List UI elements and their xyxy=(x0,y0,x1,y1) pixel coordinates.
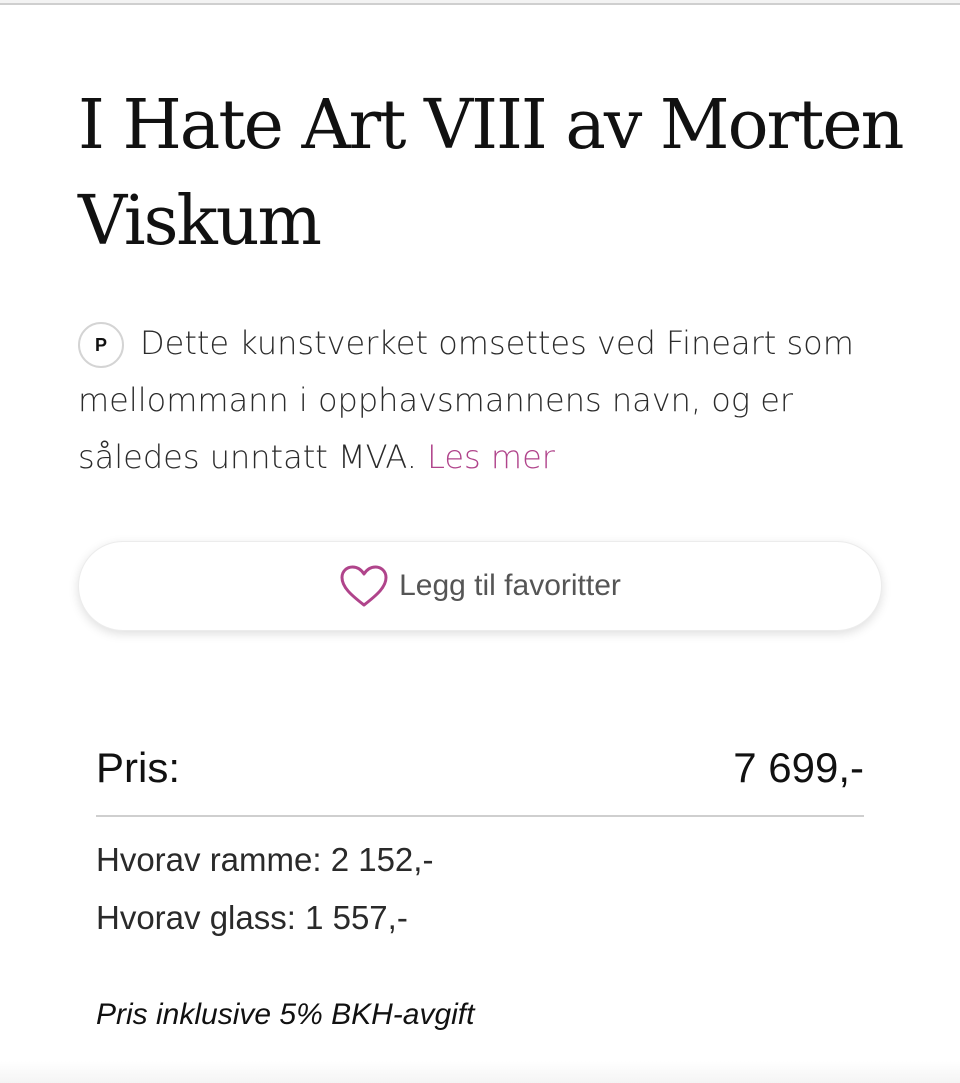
product-title: I Hate Art VIII av Morten Viskum xyxy=(78,86,904,261)
price-divider xyxy=(96,815,864,817)
fee-note: Pris inklusive 5% BKH-avgift xyxy=(96,998,475,1031)
p-badge-icon: P xyxy=(78,322,124,368)
read-more-link[interactable]: Les mer xyxy=(427,438,555,476)
vat-notice: P Dette kunstverket omsettes ved Fineart … xyxy=(78,315,888,486)
price-label: Pris: xyxy=(96,744,180,791)
price-value: 7 699,- xyxy=(733,744,864,791)
glass-price: Hvorav glass: 1 557,- xyxy=(96,899,408,936)
bottom-shadow xyxy=(0,1061,960,1083)
price-row: Pris: 7 699,- xyxy=(96,738,864,798)
frame-price: Hvorav ramme: 2 152,- xyxy=(96,841,434,878)
heart-icon xyxy=(340,565,388,607)
add-to-favorites-button[interactable]: Legg til favoritter xyxy=(78,541,882,631)
add-to-favorites-label: Legg til favoritter xyxy=(399,569,621,602)
top-divider xyxy=(0,0,960,5)
